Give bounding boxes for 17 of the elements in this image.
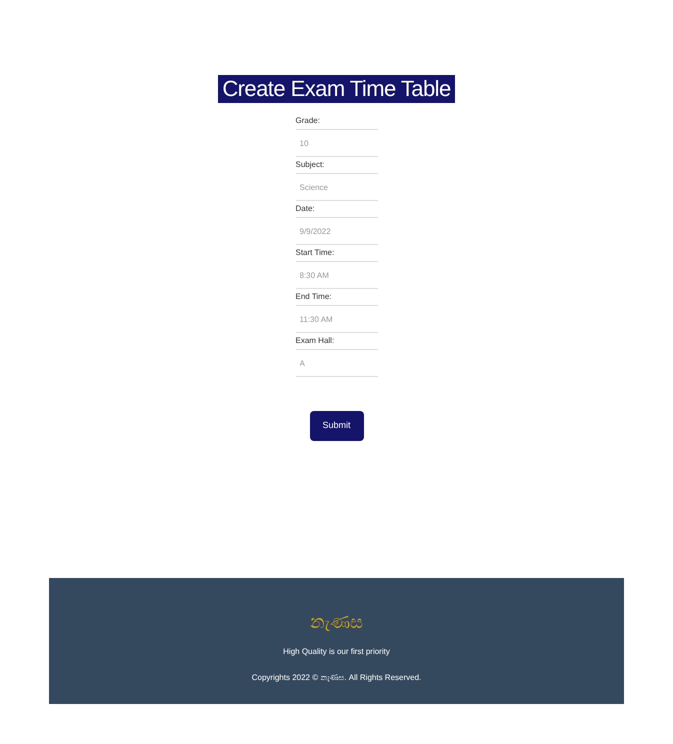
input-field[interactable]: 9/9/2022	[296, 218, 378, 245]
submit-button[interactable]: Submit	[310, 411, 364, 441]
input-field[interactable]: 10	[296, 130, 378, 157]
input-field[interactable]: Science	[296, 174, 378, 201]
copyright-text: Copyrights 2022 © නැණස. All Rights Reserved.	[252, 672, 422, 684]
input-field[interactable]: A	[296, 350, 378, 377]
field-label: End Time:	[296, 289, 378, 306]
tagline: High Quality is our first priority	[283, 646, 390, 658]
field-label: Grade:	[296, 113, 378, 130]
field-label: Start Time:	[296, 245, 378, 262]
input-field[interactable]: 11:30 AM	[296, 306, 378, 333]
input-field[interactable]: 8:30 AM	[296, 262, 378, 289]
page-title: Create Exam Time Table	[218, 75, 455, 103]
field-label: Date:	[296, 201, 378, 218]
field-label: Subject:	[296, 157, 378, 174]
field-label: Exam Hall:	[296, 333, 378, 350]
brand-name: නැණස	[310, 611, 363, 634]
